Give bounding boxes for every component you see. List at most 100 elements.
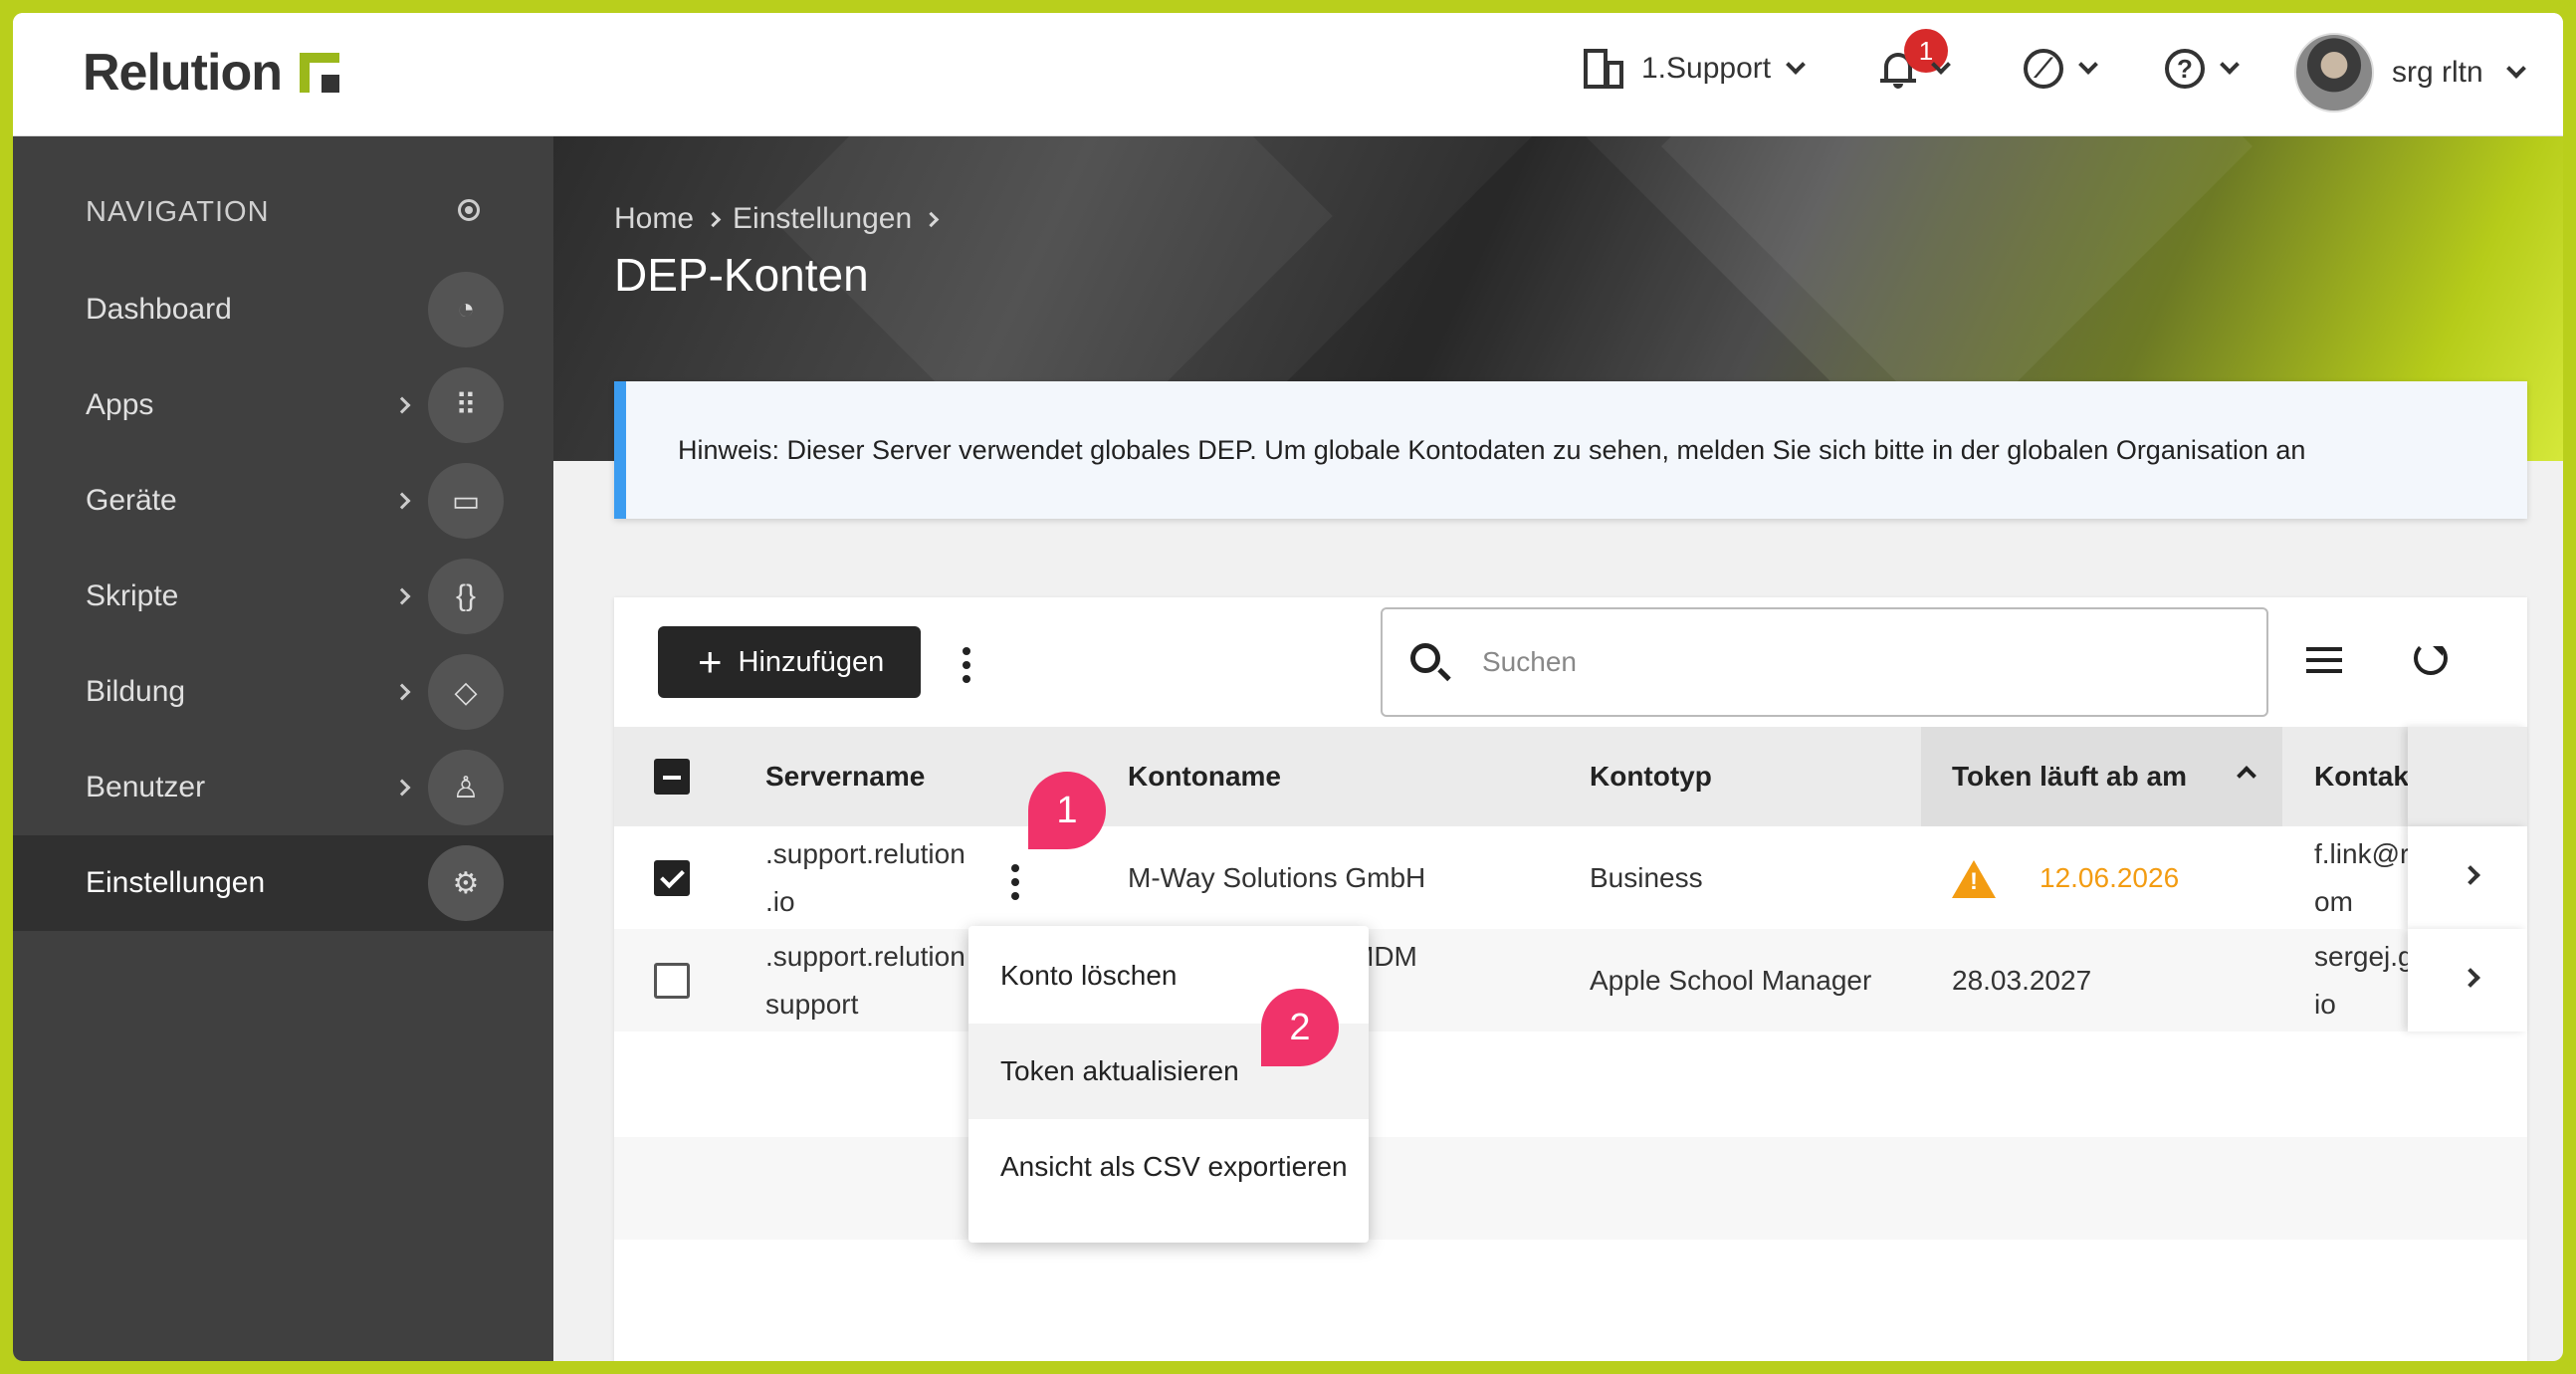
sidebar-item-label: Einstellungen bbox=[86, 866, 266, 899]
organization-name: 1.Support bbox=[1641, 52, 1772, 85]
chevron-right-icon bbox=[2461, 865, 2480, 885]
servername-cell: .support.relution .io bbox=[765, 838, 966, 917]
sidebar-item-users[interactable]: Benutzer ♙ bbox=[13, 740, 553, 835]
page-title: DEP-Konten bbox=[614, 249, 869, 301]
table-row[interactable]: .support.relution support MDM Apple Schoo… bbox=[614, 929, 2527, 1031]
chevron-right-icon bbox=[2461, 968, 2480, 988]
help-menu-button[interactable]: ? bbox=[2165, 37, 2240, 101]
expires-cell: 28.03.2027 bbox=[1952, 965, 2092, 996]
organization-selector[interactable]: 1.Support bbox=[1584, 37, 1806, 101]
refresh-icon[interactable] bbox=[2414, 641, 2448, 675]
callout-2: 2 bbox=[1261, 989, 1339, 1066]
plus-icon: + bbox=[698, 638, 723, 685]
chevron-down-icon bbox=[2220, 55, 2240, 75]
sidebar-item-devices[interactable]: Geräte ▭ bbox=[13, 453, 553, 549]
logo[interactable]: Relution bbox=[83, 43, 339, 103]
table-header: Servername Kontoname Kontotyp Token läuf… bbox=[614, 727, 2527, 826]
menu-item-export-csv[interactable]: Ansicht als CSV exportieren bbox=[968, 1119, 1369, 1215]
chevron-right-icon bbox=[923, 211, 940, 227]
row-context-menu: Konto löschen Token aktualisieren Ansich… bbox=[968, 926, 1369, 1243]
search-icon bbox=[1410, 643, 1440, 673]
breadcrumb-home[interactable]: Home bbox=[614, 202, 694, 236]
chevron-down-icon bbox=[2078, 55, 2098, 75]
braces-icon: {} bbox=[428, 559, 504, 634]
notifications-button[interactable]: 1 bbox=[1880, 29, 1951, 101]
add-button[interactable]: + Hinzufügen bbox=[658, 626, 921, 698]
top-header: Relution 1.Support 1 ⟋ ? srg rltn bbox=[13, 13, 2563, 136]
list-view-icon[interactable] bbox=[2306, 647, 2342, 673]
search-input[interactable]: Suchen bbox=[1381, 607, 2268, 717]
speedometer-icon: ◔ bbox=[428, 272, 504, 347]
sidebar-item-label: Geräte bbox=[86, 484, 177, 517]
row-open-button[interactable] bbox=[2408, 826, 2527, 929]
column-kontoname[interactable]: Kontoname bbox=[1128, 727, 1281, 826]
chevron-right-icon bbox=[705, 211, 722, 227]
chevron-right-icon bbox=[393, 492, 411, 510]
gear-icon: ⚙ bbox=[428, 845, 504, 921]
column-servername[interactable]: Servername bbox=[765, 727, 925, 826]
row-checkbox[interactable] bbox=[654, 860, 690, 896]
sidebar-item-label: Bildung bbox=[86, 675, 186, 708]
callout-1: 1 bbox=[1028, 772, 1106, 849]
select-all-checkbox[interactable] bbox=[654, 759, 690, 795]
table-row[interactable]: .support.relution .io M-Way Solutions Gmb… bbox=[614, 826, 2527, 929]
sidebar-item-label: Benutzer bbox=[86, 771, 206, 803]
chevron-down-icon bbox=[2505, 59, 2526, 79]
sidebar-item-apps[interactable]: Apps ⠿ bbox=[13, 357, 553, 453]
app-window: Relution 1.Support 1 ⟋ ? srg rltn NAVIGA… bbox=[13, 13, 2563, 1361]
navigation-heading: NAVIGATION bbox=[86, 196, 270, 228]
kontoname-cell: M-Way Solutions GmbH bbox=[1128, 862, 1426, 893]
notice-text: Hinweis: Dieser Server verwendet globale… bbox=[678, 434, 2306, 465]
logo-mark-icon bbox=[299, 53, 339, 93]
kontotyp-cell: Apple School Manager bbox=[1590, 965, 1872, 996]
sidebar-item-label: Dashboard bbox=[86, 293, 232, 326]
compass-menu-button[interactable]: ⟋ bbox=[2024, 37, 2098, 101]
chevron-right-icon bbox=[393, 683, 411, 701]
chevron-right-icon bbox=[393, 587, 411, 605]
devices-icon: ▭ bbox=[428, 463, 504, 539]
warning-icon bbox=[1952, 860, 1996, 898]
contact-cell: f.link@r om bbox=[2314, 838, 2410, 917]
user-settings-icon: ♙ bbox=[428, 750, 504, 825]
row-checkbox[interactable] bbox=[654, 963, 690, 999]
sidebar-item-label: Skripte bbox=[86, 579, 179, 612]
toolbar-more-icon[interactable] bbox=[962, 647, 971, 683]
chevron-down-icon bbox=[1786, 55, 1806, 75]
row-more-icon[interactable] bbox=[1010, 864, 1020, 900]
column-kontotyp[interactable]: Kontotyp bbox=[1590, 727, 1712, 826]
logo-text: Relution bbox=[83, 44, 283, 102]
breadcrumb: Home Einstellungen bbox=[614, 202, 940, 236]
row-open-button[interactable] bbox=[2408, 929, 2527, 1031]
sidebar-item-label: Apps bbox=[86, 388, 154, 421]
sort-ascending-icon bbox=[2237, 766, 2256, 786]
compass-icon: ⟋ bbox=[2024, 49, 2063, 89]
contact-cell: sergej.g io bbox=[2314, 941, 2414, 1020]
sidebar-item-dashboard[interactable]: Dashboard ◔ bbox=[13, 262, 553, 357]
grid-icon: ⠿ bbox=[428, 367, 504, 443]
user-name: srg rltn bbox=[2392, 56, 2483, 89]
chevron-right-icon bbox=[393, 396, 411, 414]
expires-cell: 12.06.2026 bbox=[2039, 862, 2180, 893]
add-button-label: Hinzufügen bbox=[738, 645, 885, 678]
chevron-right-icon bbox=[393, 779, 411, 797]
sidebar-item-settings[interactable]: Einstellungen ⚙ bbox=[13, 835, 553, 931]
accounts-card: + Hinzufügen Suchen Servername Kontoname… bbox=[614, 597, 2527, 1361]
user-menu[interactable]: srg rltn bbox=[2294, 33, 2526, 113]
column-token-expires[interactable]: Token läuft ab am bbox=[1921, 727, 2282, 826]
column-contact[interactable]: Kontak bbox=[2314, 727, 2409, 826]
pin-sidebar-icon[interactable] bbox=[458, 199, 480, 221]
empty-row bbox=[614, 1137, 2527, 1240]
sidebar: NAVIGATION Dashboard ◔ Apps ⠿ Geräte ▭ S… bbox=[13, 136, 553, 1361]
info-notice: Hinweis: Dieser Server verwendet globale… bbox=[614, 381, 2527, 519]
sticky-header-cell bbox=[2408, 727, 2527, 826]
search-placeholder: Suchen bbox=[1482, 646, 1577, 677]
breadcrumb-settings[interactable]: Einstellungen bbox=[733, 202, 912, 236]
building-icon bbox=[1584, 49, 1623, 89]
sidebar-item-education[interactable]: Bildung ◇ bbox=[13, 644, 553, 740]
bell-icon: 1 bbox=[1880, 29, 1948, 89]
sidebar-item-scripts[interactable]: Skripte {} bbox=[13, 549, 553, 644]
servername-cell: .support.relution support bbox=[765, 941, 966, 1020]
kontotyp-cell: Business bbox=[1590, 862, 1703, 893]
graduation-cap-icon: ◇ bbox=[428, 654, 504, 730]
avatar bbox=[2294, 33, 2374, 113]
